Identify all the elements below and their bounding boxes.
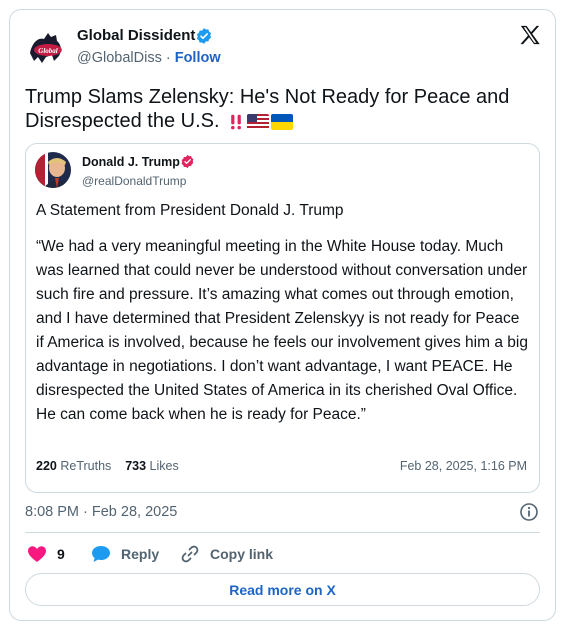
reply-label: Reply: [121, 546, 160, 562]
truth-verified-badge-icon: [181, 154, 194, 169]
verified-badge-icon: [196, 28, 212, 44]
quoted-author-handle[interactable]: @realDonaldTrump: [82, 174, 186, 188]
read-more-button[interactable]: Read more on X: [25, 573, 540, 606]
retruths-count: 220: [36, 459, 57, 473]
info-icon[interactable]: [519, 502, 539, 522]
reply-button[interactable]: Reply: [91, 543, 159, 565]
likes-label: Likes: [149, 459, 179, 473]
quoted-statement-title: A Statement from President Donald J. Tru…: [36, 202, 344, 219]
link-icon: [181, 545, 199, 563]
copy-link-button[interactable]: Copy link: [180, 543, 273, 565]
like-button[interactable]: 9: [27, 543, 65, 565]
post-text: Trump Slams Zelensky: He's Not Ready for…: [25, 85, 535, 133]
author-handle[interactable]: @GlobalDiss: [77, 50, 162, 66]
like-count: 9: [57, 546, 65, 562]
reply-bubble-icon: [92, 546, 110, 562]
copy-link-label: Copy link: [210, 546, 274, 562]
x-logo-icon[interactable]: [519, 24, 541, 46]
retruths-label: ReTruths: [60, 459, 112, 473]
post-timestamp[interactable]: 8:08 PM · Feb 28, 2025: [25, 504, 177, 520]
ukraine-flag-icon: [271, 114, 294, 130]
follow-link[interactable]: Follow: [175, 50, 221, 66]
quoted-post[interactable]: Donald J. Trump @realDonaldTrump A State…: [25, 143, 540, 493]
divider: [25, 532, 540, 533]
quoted-post-stats: 220 ReTruths 733 Likes: [36, 459, 179, 473]
double-exclamation-icon: [231, 114, 242, 130]
trump-avatar[interactable]: [35, 152, 71, 188]
quoted-post-body: “We had a very meaningful meeting in the…: [36, 238, 528, 423]
heart-icon: [28, 546, 46, 562]
separator-dot: ·: [161, 50, 175, 66]
quoted-post-date: Feb 28, 2025, 1:16 PM: [399, 459, 527, 473]
svg-text:Global: Global: [38, 47, 58, 55]
author-name[interactable]: Global Dissident: [77, 27, 195, 44]
quoted-author-name[interactable]: Donald J. Trump: [82, 155, 180, 169]
likes-count: 733: [125, 459, 147, 473]
global-dissident-logo[interactable]: Global: [24, 23, 70, 69]
us-flag-icon: [247, 114, 270, 130]
author-handle-row: @GlobalDiss · Follow: [77, 50, 221, 66]
